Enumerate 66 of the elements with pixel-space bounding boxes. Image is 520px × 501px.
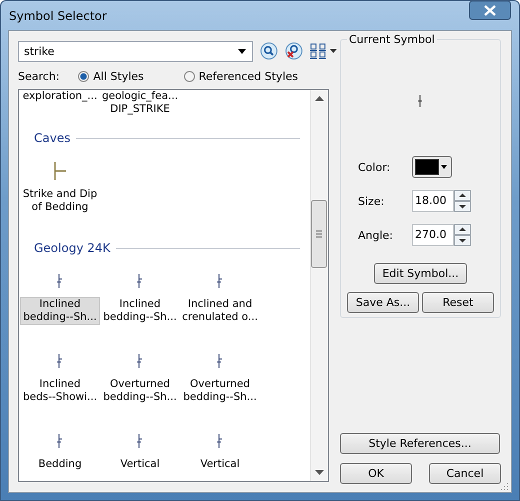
symbol-label: Overturned bedding--Sh... xyxy=(102,378,178,404)
edit-symbol-button[interactable]: Edit Symbol... xyxy=(374,263,467,284)
symbol-item[interactable]: Inclined bedding--Sh... xyxy=(20,258,100,338)
panel-button[interactable]: Save As... xyxy=(347,292,419,313)
group-heading: Caves xyxy=(34,131,70,145)
size-field[interactable]: 18.00 xyxy=(412,190,454,212)
panel-button[interactable]: Reset xyxy=(422,292,494,313)
symbol-item[interactable]: Vertical xyxy=(100,418,180,481)
angle-label: Angle: xyxy=(358,228,394,242)
symbol-item[interactable]: Overturned bedding--Sh... xyxy=(180,338,260,418)
color-label: Color: xyxy=(358,160,392,174)
spinner-arrows-icon[interactable] xyxy=(454,190,471,212)
symbol-label: Inclined bedding--Sh... xyxy=(102,298,178,324)
symbol-item[interactable]: Inclined beds--Showi... xyxy=(20,338,100,418)
close-button[interactable] xyxy=(469,1,511,20)
search-label: Search: xyxy=(18,70,60,82)
style-references-button[interactable]: Style References... xyxy=(340,433,500,454)
search-field[interactable]: strike xyxy=(18,40,254,62)
size-label: Size: xyxy=(358,194,386,208)
symbol-item[interactable]: Vertical xyxy=(180,418,260,481)
spinner-arrows-icon[interactable] xyxy=(454,224,471,246)
symbol-label: Vertical xyxy=(119,458,161,471)
symbol-item[interactable]: Inclined and crenulated o... xyxy=(180,258,260,338)
panel-title: Current Symbol xyxy=(348,33,436,46)
symbol-label: Inclined and crenulated o... xyxy=(181,298,259,324)
search-icon[interactable] xyxy=(260,42,278,60)
clear-search-icon[interactable] xyxy=(285,42,304,60)
scroll-down-icon[interactable] xyxy=(315,470,324,475)
strike-symbol-icon xyxy=(137,354,143,368)
angle-field[interactable]: 270.0 xyxy=(412,224,454,246)
strike-symbol-icon xyxy=(57,274,63,288)
strike-symbol-icon xyxy=(137,274,143,288)
symbol-item[interactable]: exploration_... xyxy=(20,90,100,118)
strike-symbol-icon xyxy=(217,434,223,448)
symbol-label: Inclined bedding--Sh... xyxy=(21,298,99,324)
dialog-button[interactable]: OK xyxy=(340,463,412,484)
symbol-item[interactable]: Overturned bedding--Sh... xyxy=(100,338,180,418)
strike-symbol-icon xyxy=(217,274,223,288)
symbol-item[interactable]: Inclined bedding--Sh... xyxy=(100,258,180,338)
scroll-thumb[interactable] xyxy=(311,200,327,268)
group-heading: Geology 24K xyxy=(34,241,110,255)
resize-grip-icon[interactable] xyxy=(501,482,509,490)
symbol-label: Bedding xyxy=(37,458,83,471)
strike-symbol-icon xyxy=(57,354,63,368)
strike-symbol-icon xyxy=(52,161,68,181)
symbol-label: Vertical xyxy=(199,458,241,471)
strike-symbol-icon xyxy=(217,354,223,368)
symbol-item[interactable]: Strike and Dip of Bedding xyxy=(20,148,100,228)
symbol-label: Inclined beds--Showi... xyxy=(22,378,98,404)
symbol-label: Overturned bedding--Sh... xyxy=(182,378,258,404)
color-picker[interactable] xyxy=(412,156,452,178)
view-options-icon[interactable] xyxy=(310,43,338,59)
window-title: Symbol Selector xyxy=(9,9,107,23)
radio-option[interactable]: All Styles xyxy=(78,70,144,82)
strike-symbol-icon xyxy=(418,95,423,107)
symbol-label: Strike and Dip of Bedding xyxy=(22,188,98,214)
scrollbar[interactable] xyxy=(310,90,328,481)
symbol-item[interactable]: Bedding xyxy=(20,418,100,481)
strike-symbol-icon xyxy=(57,434,63,448)
scroll-up-icon[interactable] xyxy=(315,96,324,101)
dialog-button[interactable]: Cancel xyxy=(429,463,501,484)
symbol-label: exploration_... xyxy=(22,90,98,103)
strike-symbol-icon xyxy=(137,434,143,448)
caret-icon[interactable] xyxy=(238,48,246,54)
caret-icon[interactable] xyxy=(441,165,447,169)
radio-option[interactable]: Referenced Styles xyxy=(184,70,298,82)
